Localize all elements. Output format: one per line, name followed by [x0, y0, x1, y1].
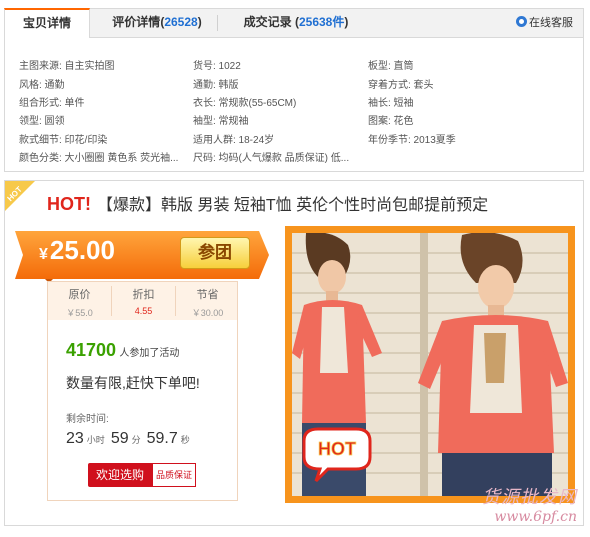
tab-item-details[interactable]: 宝贝详情	[4, 8, 90, 39]
attr-pattern: 图案: 花色	[368, 116, 414, 127]
price-currency: ¥	[39, 246, 48, 263]
stat-discount: 折扣 4.55	[112, 282, 175, 316]
stat-value: 4.55	[134, 306, 153, 316]
detail-tab-bar: 宝贝详情 评价详情(26528) 成交记录 (25638件) 在线客服	[4, 8, 584, 39]
tab-label: 宝贝详情	[22, 16, 71, 30]
transaction-count: 25638件	[298, 15, 345, 29]
product-title: HOT! 【爆款】韩版 男装 短袖T恤 英伦个性时尚包邮提前预定	[47, 191, 488, 215]
attr-source: 主图来源: 自主实拍图	[19, 61, 115, 72]
hurry-message: 数量有限,赶快下单吧!	[66, 375, 200, 391]
product-attributes: 主图来源: 自主实拍图 货号: 1022 板型: 直筒 风格: 通勤 通勤: 韩…	[4, 38, 584, 172]
countdown-label: 剩余时间:	[66, 414, 109, 425]
attr-sleeve-type: 袖型: 常规袖	[193, 116, 249, 127]
stat-value: ￥55.0	[66, 308, 93, 318]
hot-label: HOT!	[47, 194, 91, 214]
price-stats: 原价 ￥55.0 折扣 4.55 节省 ￥30.00	[48, 282, 237, 320]
participant-count: 41700	[66, 340, 117, 360]
attr-sleeve-length: 袖长: 短袖	[368, 98, 414, 109]
attr-wear-method: 穿着方式: 套头	[368, 80, 434, 91]
group-price: ¥25.00	[39, 235, 115, 266]
deal-info-box: 原价 ￥55.0 折扣 4.55 节省 ￥30.00 41700 人参加了活动 …	[47, 281, 238, 501]
stat-original-price: 原价 ￥55.0	[48, 282, 111, 319]
site-watermark: 货源批发网 www.6pf.cn	[482, 483, 577, 525]
attr-length: 衣长: 常规款(55-65CM)	[193, 98, 297, 109]
service-label: 在线客服	[529, 17, 573, 29]
participants: 41700 人参加了活动	[66, 340, 179, 361]
attr-commute: 通勤: 韩版	[193, 80, 239, 91]
online-service-link[interactable]: 在线客服	[516, 9, 573, 37]
seconds-unit: 秒	[180, 435, 190, 445]
tab-label: 成交记录	[243, 15, 292, 29]
countdown-hours: 23	[66, 430, 84, 447]
attr-season: 年份季节: 2013夏季	[368, 135, 456, 146]
product-name: 【爆款】韩版 男装 短袖T恤 英伦个性时尚包邮提前预定	[97, 197, 489, 214]
attr-details: 款式细节: 印花/印染	[19, 135, 108, 146]
attr-combination: 组合形式: 单件	[19, 98, 85, 109]
stat-value: ￥30.00	[191, 308, 224, 318]
join-group-button[interactable]: 参团	[180, 237, 250, 269]
product-photo[interactable]: HOT	[292, 233, 568, 496]
stat-label: 节省	[196, 289, 219, 301]
stat-label: 原价	[68, 289, 91, 301]
countdown-seconds: 59.7	[146, 430, 178, 447]
watermark-brand: 货源批发网	[482, 487, 577, 508]
attr-fit: 板型: 直筒	[368, 61, 414, 72]
stat-label: 折扣	[132, 289, 155, 301]
quality-guarantee-badge: 品质保证	[152, 463, 196, 487]
tab-divider	[217, 15, 218, 31]
attr-color: 颜色分类: 大小圈圈 黄色系 荧光袖...	[19, 153, 179, 164]
price-value: 25.00	[49, 235, 115, 265]
photo-hot-badge: HOT	[318, 439, 356, 459]
tab-reviews[interactable]: 评价详情(26528)	[101, 8, 213, 38]
tab-label: 评价详情	[112, 15, 161, 29]
tab-transactions[interactable]: 成交记录 (25638件)	[227, 8, 365, 38]
minutes-unit: 分	[131, 435, 141, 445]
stat-savings: 节省 ￥30.00	[176, 282, 239, 319]
countdown-timer: 23 小时 59 分 59.7 秒	[66, 430, 196, 448]
attr-audience: 适用人群: 18-24岁	[193, 135, 275, 146]
review-count: 26528	[164, 15, 198, 29]
attr-item-number: 货号: 1022	[193, 61, 241, 72]
attr-size: 尺码: 均码(人气爆款 品质保证) 低...	[193, 153, 350, 164]
product-photo-image: HOT	[292, 233, 568, 496]
hours-unit: 小时	[86, 435, 105, 445]
customer-service-icon	[516, 16, 527, 27]
buy-button[interactable]: 欢迎选购	[88, 463, 152, 487]
watermark-url: www.6pf.cn	[494, 509, 577, 525]
participant-text: 人参加了活动	[119, 348, 180, 359]
countdown-minutes: 59	[110, 430, 129, 447]
hot-corner-badge-icon: HOT	[5, 181, 35, 211]
product-photo-frame: HOT	[285, 226, 575, 503]
attr-style: 风格: 通勤	[19, 80, 65, 91]
group-buy-product: HOT HOT! 【爆款】韩版 男装 短袖T恤 英伦个性时尚包邮提前预定 ¥25.…	[4, 180, 584, 526]
attr-collar: 领型: 圆领	[19, 116, 65, 127]
